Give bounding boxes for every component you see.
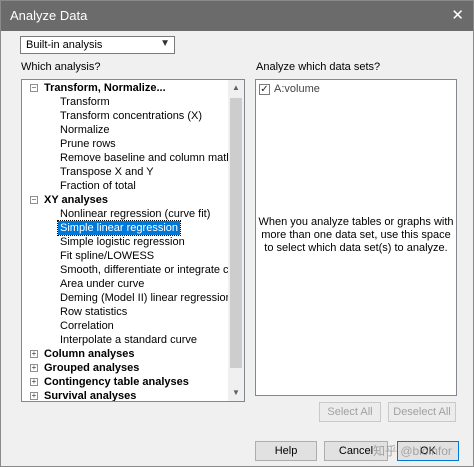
tree-category-contingency[interactable]: Contingency table analyses — [44, 375, 189, 389]
tree-category-survival[interactable]: Survival analyses — [44, 389, 136, 401]
tree-item[interactable]: Prune rows — [60, 137, 116, 151]
which-datasets-label: Analyze which data sets? — [256, 61, 381, 73]
analysis-type-select[interactable]: Built-in analysis ▼ — [20, 36, 175, 54]
analysis-tree[interactable]: − Transform, Normalize... Transform Tran… — [21, 79, 245, 402]
close-icon[interactable]: ✕ — [451, 6, 464, 24]
window-title: Analyze Data — [10, 8, 88, 23]
title-bar: Analyze Data ✕ — [1, 1, 473, 31]
scroll-up-icon[interactable]: ▲ — [228, 80, 244, 96]
expand-icon[interactable]: + — [30, 350, 38, 358]
tree-item[interactable]: Simple logistic regression — [60, 235, 185, 249]
tree-item[interactable]: Normalize — [60, 123, 110, 137]
tree-item[interactable]: Fit spline/LOWESS — [60, 249, 154, 263]
analysis-type-value: Built-in analysis — [26, 39, 103, 51]
tree-item[interactable]: Deming (Model II) linear regression — [60, 291, 232, 305]
scroll-down-icon[interactable]: ▼ — [228, 385, 244, 401]
tree-item[interactable]: Transform — [60, 95, 110, 109]
tree-item[interactable]: Row statistics — [60, 305, 127, 319]
dataset-label: A:volume — [274, 83, 320, 95]
tree-item[interactable]: Smooth, differentiate or integrate curve — [60, 263, 244, 277]
expand-icon[interactable]: + — [30, 364, 38, 372]
deselect-all-button[interactable]: Deselect All — [388, 402, 456, 422]
scrollbar-thumb[interactable] — [230, 98, 242, 368]
watermark: 知乎 @bioinfor — [373, 444, 452, 458]
tree-category-grouped[interactable]: Grouped analyses — [44, 361, 139, 375]
collapse-icon[interactable]: − — [30, 84, 38, 92]
checkbox-checked-icon[interactable]: ✓ — [259, 84, 270, 95]
expand-icon[interactable]: + — [30, 392, 38, 400]
tree-item[interactable]: Area under curve — [60, 277, 144, 291]
tree-category-transform[interactable]: Transform, Normalize... — [44, 81, 166, 95]
analyze-data-dialog: Analyze Data ✕ Built-in analysis ▼ Which… — [0, 0, 474, 467]
expand-icon[interactable]: + — [30, 378, 38, 386]
tree-item[interactable]: Interpolate a standard curve — [60, 333, 197, 347]
which-analysis-label: Which analysis? — [21, 61, 101, 73]
help-button[interactable]: Help — [255, 441, 317, 461]
tree-item[interactable]: Transpose X and Y — [60, 165, 154, 179]
tree-item[interactable]: Fraction of total — [60, 179, 136, 193]
tree-item-selected[interactable]: Simple linear regression — [57, 220, 181, 236]
tree-item[interactable]: Correlation — [60, 319, 114, 333]
tree-category-column[interactable]: Column analyses — [44, 347, 134, 361]
datasets-list[interactable]: ✓ A:volume When you analyze tables or gr… — [255, 79, 457, 396]
tree-item[interactable]: Transform concentrations (X) — [60, 109, 202, 123]
datasets-help-text: When you analyze tables or graphs with m… — [258, 216, 454, 254]
tree-item[interactable]: Remove baseline and column math — [60, 151, 232, 165]
select-all-button[interactable]: Select All — [319, 402, 381, 422]
collapse-icon[interactable]: − — [30, 196, 38, 204]
chevron-down-icon: ▼ — [160, 38, 170, 49]
tree-item[interactable]: Nonlinear regression (curve fit) — [60, 207, 210, 221]
tree-scrollbar[interactable]: ▲ ▼ — [228, 80, 244, 401]
tree-category-xy[interactable]: XY analyses — [44, 193, 108, 207]
